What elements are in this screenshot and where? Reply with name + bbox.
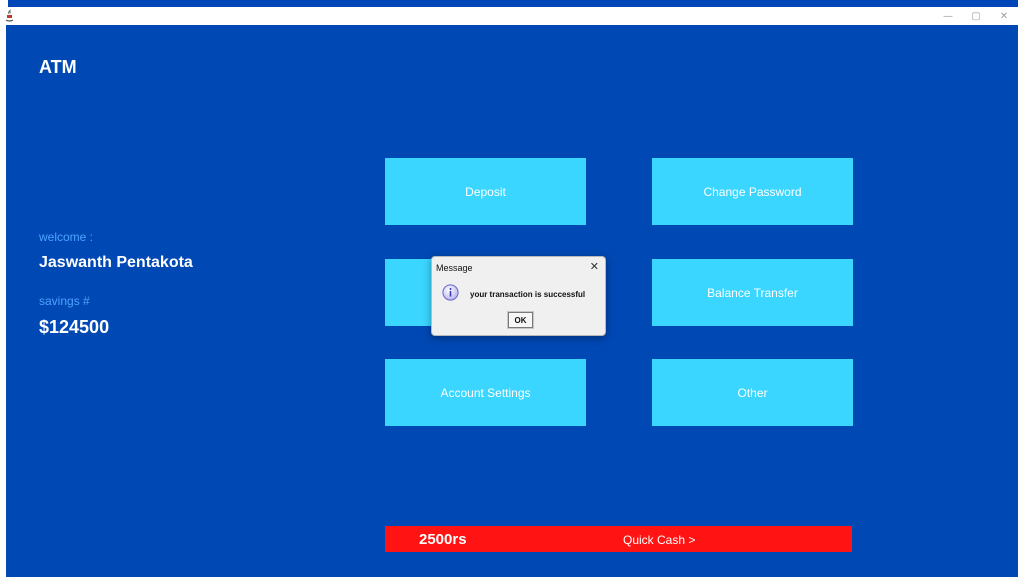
- user-name: Jaswanth Pentakota: [39, 254, 193, 271]
- quick-cash-button[interactable]: 2500rs Quick Cash >: [385, 526, 852, 552]
- app-title: ATM: [39, 57, 77, 77]
- other-button[interactable]: Other: [652, 359, 853, 426]
- balance-amount: $124500: [39, 317, 110, 337]
- message-dialog: Message ✕ your transaction is successful…: [431, 256, 606, 336]
- dialog-title: Message: [436, 263, 473, 273]
- balance-transfer-button[interactable]: Balance Transfer: [652, 259, 853, 326]
- maximize-button[interactable]: ▢: [962, 7, 990, 25]
- change-password-button[interactable]: Change Password: [652, 158, 853, 225]
- dialog-close-button[interactable]: ✕: [590, 260, 599, 273]
- deposit-button[interactable]: Deposit: [385, 158, 586, 225]
- account-settings-button[interactable]: Account Settings: [385, 359, 586, 426]
- window-controls: — ▢ ✕: [934, 7, 1018, 25]
- top-strip: [8, 0, 1018, 7]
- window-titlebar[interactable]: — ▢ ✕: [0, 7, 1018, 25]
- info-icon: [442, 284, 459, 301]
- java-icon: [5, 9, 14, 22]
- welcome-label: welcome :: [39, 230, 94, 244]
- dialog-message: your transaction is successful: [470, 290, 586, 299]
- quick-cash-amount: 2500rs: [419, 531, 467, 548]
- ok-button[interactable]: OK: [507, 311, 534, 329]
- savings-label: savings #: [39, 294, 90, 308]
- quick-cash-label: Quick Cash >: [623, 533, 696, 547]
- minimize-button[interactable]: —: [934, 7, 962, 25]
- close-button[interactable]: ✕: [990, 7, 1018, 25]
